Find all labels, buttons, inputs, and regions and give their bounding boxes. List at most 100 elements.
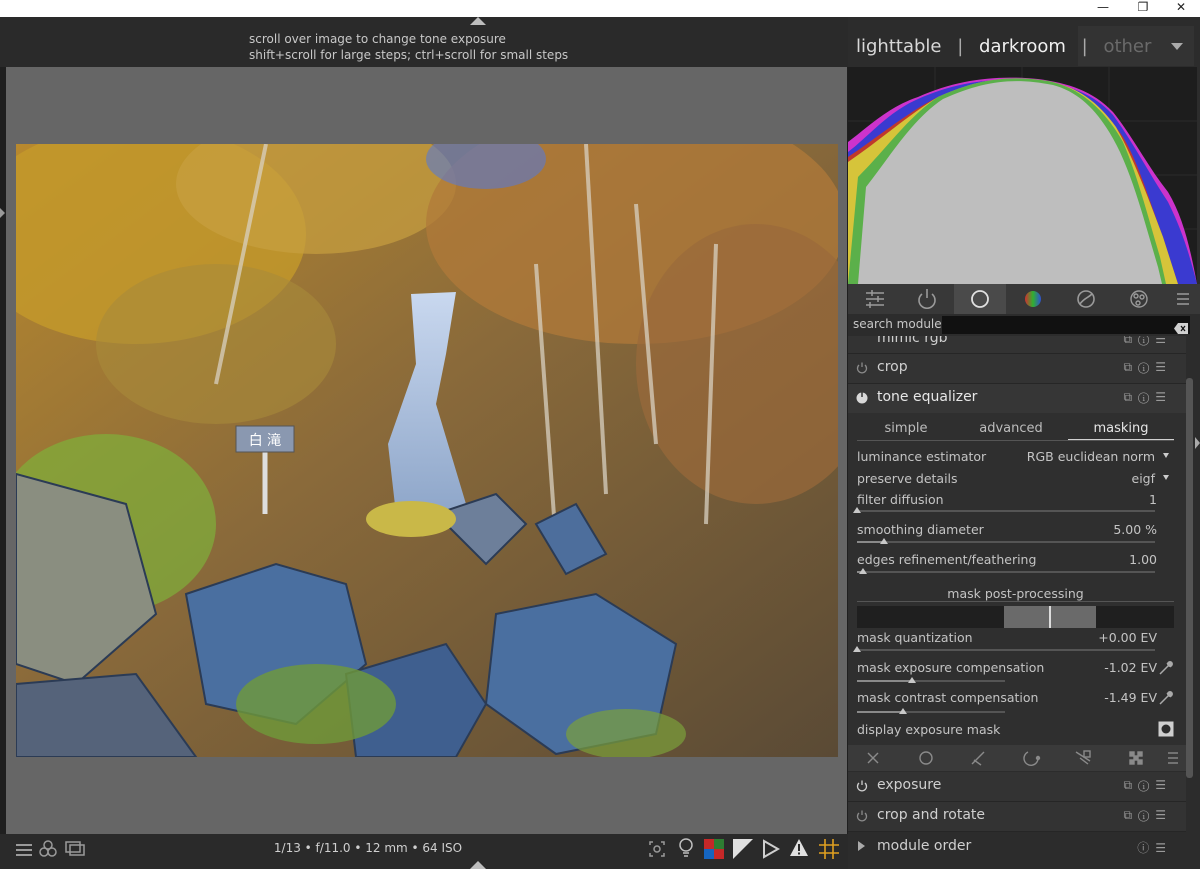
close-button[interactable]: ✕ bbox=[1166, 0, 1196, 17]
gamut-check-icon[interactable] bbox=[733, 839, 753, 859]
slider-marker[interactable] bbox=[898, 708, 907, 714]
smoothing-diameter-label: smoothing diameter bbox=[857, 522, 984, 537]
module-name: crop and rotate bbox=[877, 807, 986, 823]
collapse-top-panel-icon[interactable] bbox=[470, 17, 486, 25]
drawn-parametric-mask-icon[interactable] bbox=[1023, 751, 1041, 766]
view-darkroom[interactable]: darkroom bbox=[979, 36, 1066, 57]
smoothing-diameter-slider[interactable] bbox=[857, 541, 1155, 543]
module-header-icons[interactable]: ⧉ⓘ☰ bbox=[1123, 808, 1172, 823]
preserve-details-value[interactable]: eigf bbox=[1132, 471, 1156, 486]
filter-diffusion-label: filter diffusion bbox=[857, 492, 944, 507]
module-tone-equalizer[interactable]: tone equalizer ⧉ⓘ☰ bbox=[848, 384, 1186, 414]
filter-diffusion-slider[interactable] bbox=[857, 510, 1155, 512]
module-crop[interactable]: crop ⧉ⓘ☰ bbox=[848, 354, 1186, 384]
section-divider bbox=[857, 601, 1174, 602]
guides-icon[interactable] bbox=[762, 839, 781, 859]
edges-refinement-value[interactable]: 1.00 bbox=[1129, 552, 1157, 567]
checker-icon[interactable] bbox=[1129, 751, 1143, 765]
presets-menu-icon[interactable] bbox=[1166, 284, 1200, 314]
drawn-mask-icon[interactable] bbox=[919, 751, 933, 765]
power-icon[interactable] bbox=[856, 392, 868, 404]
filter-diffusion-value[interactable]: 1 bbox=[1149, 492, 1157, 507]
tab-active-modules[interactable] bbox=[901, 284, 953, 314]
module-header-icons[interactable]: ⓘ☰ bbox=[1137, 839, 1172, 856]
sign-text: 白 滝 bbox=[249, 433, 281, 449]
collapse-bottom-panel-icon[interactable] bbox=[470, 861, 486, 869]
power-icon[interactable] bbox=[856, 362, 868, 374]
photo-waterfall[interactable]: 白 滝 bbox=[16, 144, 838, 757]
power-icon[interactable] bbox=[856, 780, 868, 792]
grid-icon[interactable] bbox=[819, 839, 839, 859]
module-header-icons[interactable]: ⧉ⓘ☰ bbox=[1123, 390, 1172, 405]
tab-simple[interactable]: simple bbox=[851, 421, 961, 436]
chevron-down-icon[interactable] bbox=[1171, 43, 1183, 50]
slider-marker[interactable] bbox=[853, 646, 861, 652]
view-lighttable[interactable]: lighttable bbox=[856, 36, 941, 57]
histogram[interactable] bbox=[848, 67, 1197, 284]
slider-marker[interactable] bbox=[853, 507, 861, 513]
focus-peaking-icon[interactable] bbox=[648, 840, 666, 858]
eyedropper-icon[interactable] bbox=[1158, 660, 1174, 676]
tab-base-modules[interactable] bbox=[954, 284, 1006, 314]
mask-exposure-compensation-value[interactable]: -1.02 EV bbox=[1104, 660, 1157, 675]
overexposed-warning-icon[interactable] bbox=[789, 838, 809, 858]
dropdown-arrow-icon[interactable] bbox=[1163, 475, 1169, 480]
mask-quantization-slider[interactable] bbox=[857, 649, 1155, 651]
module-header-icons[interactable]: ⧉ⓘ☰ bbox=[1123, 360, 1172, 375]
module-name: exposure bbox=[877, 777, 942, 793]
module-mimic-rgb[interactable]: mimic rgb ⧉ⓘ☰ bbox=[848, 336, 1186, 354]
view-other[interactable]: other bbox=[1103, 36, 1151, 57]
view-switcher: lighttable | darkroom | other bbox=[856, 36, 1151, 57]
tab-quick-access[interactable] bbox=[848, 284, 900, 314]
mask-contrast-compensation-value[interactable]: -1.49 EV bbox=[1104, 690, 1157, 705]
slider-marker[interactable] bbox=[907, 677, 916, 683]
module-order[interactable]: module order ⓘ☰ bbox=[848, 833, 1186, 862]
luminance-estimator-label: luminance estimator bbox=[857, 449, 987, 464]
restore-button[interactable]: ❐ bbox=[1128, 0, 1158, 17]
collapse-right-panel-icon[interactable] bbox=[1195, 437, 1200, 449]
tab-masking[interactable]: masking bbox=[1066, 421, 1176, 436]
module-name: module order bbox=[877, 838, 972, 854]
parametric-mask-icon[interactable] bbox=[971, 751, 985, 766]
mask-exposure-compensation-slider[interactable] bbox=[857, 680, 1005, 682]
display-mask-toggle[interactable] bbox=[1158, 721, 1174, 737]
module-header-icons[interactable]: ⧉ⓘ☰ bbox=[1123, 336, 1172, 347]
clear-search-icon[interactable] bbox=[1174, 319, 1188, 334]
mask-off-icon[interactable] bbox=[867, 752, 879, 764]
os-title-bar: — ❐ ✕ bbox=[0, 0, 1200, 17]
expand-arrow-icon[interactable] bbox=[858, 841, 865, 851]
search-module-input[interactable] bbox=[942, 316, 1190, 334]
tab-effect-modules[interactable] bbox=[1113, 284, 1165, 314]
eyedropper-icon[interactable] bbox=[1158, 690, 1174, 706]
dropdown-arrow-icon[interactable] bbox=[1163, 453, 1169, 458]
mask-tools-bar bbox=[848, 745, 1186, 771]
collapse-left-panel-icon[interactable] bbox=[0, 208, 5, 218]
smoothing-diameter-value[interactable]: 5.00 % bbox=[1113, 522, 1157, 537]
module-crop-and-rotate[interactable]: crop and rotate ⧉ⓘ☰ bbox=[848, 802, 1186, 832]
mask-contrast-compensation-slider[interactable] bbox=[857, 711, 1005, 713]
tab-correct-modules[interactable] bbox=[1060, 284, 1112, 314]
softproof-icon[interactable] bbox=[704, 839, 724, 859]
mask-exposure-compensation-label: mask exposure compensation bbox=[857, 660, 1045, 675]
hint-line-2: shift+scroll for large steps; ctrl+scrol… bbox=[249, 48, 569, 62]
module-scrollbar[interactable] bbox=[1186, 378, 1193, 778]
raster-mask-icon[interactable] bbox=[1075, 750, 1091, 765]
mask-quantization-label: mask quantization bbox=[857, 630, 973, 645]
edges-refinement-slider[interactable] bbox=[857, 571, 1155, 573]
lightbulb-icon[interactable] bbox=[677, 838, 695, 858]
slider-marker[interactable] bbox=[858, 568, 867, 574]
power-icon[interactable] bbox=[856, 810, 868, 822]
module-group-tabs bbox=[848, 284, 1200, 314]
tab-advanced[interactable]: advanced bbox=[956, 421, 1066, 436]
mask-quantization-value[interactable]: +0.00 EV bbox=[1098, 630, 1157, 645]
module-name: crop bbox=[877, 359, 908, 375]
module-exposure[interactable]: exposure ⧉ⓘ☰ bbox=[848, 772, 1186, 802]
module-header-icons[interactable]: ⧉ⓘ☰ bbox=[1123, 778, 1172, 793]
luminance-estimator-value[interactable]: RGB euclidean norm bbox=[1027, 449, 1155, 464]
tab-color-modules[interactable] bbox=[1007, 284, 1059, 314]
module-name: mimic rgb bbox=[877, 336, 948, 346]
minimize-button[interactable]: — bbox=[1088, 0, 1118, 17]
slider-marker[interactable] bbox=[879, 538, 888, 544]
preserve-details-label: preserve details bbox=[857, 471, 958, 486]
mask-menu-icon[interactable] bbox=[1168, 752, 1178, 764]
